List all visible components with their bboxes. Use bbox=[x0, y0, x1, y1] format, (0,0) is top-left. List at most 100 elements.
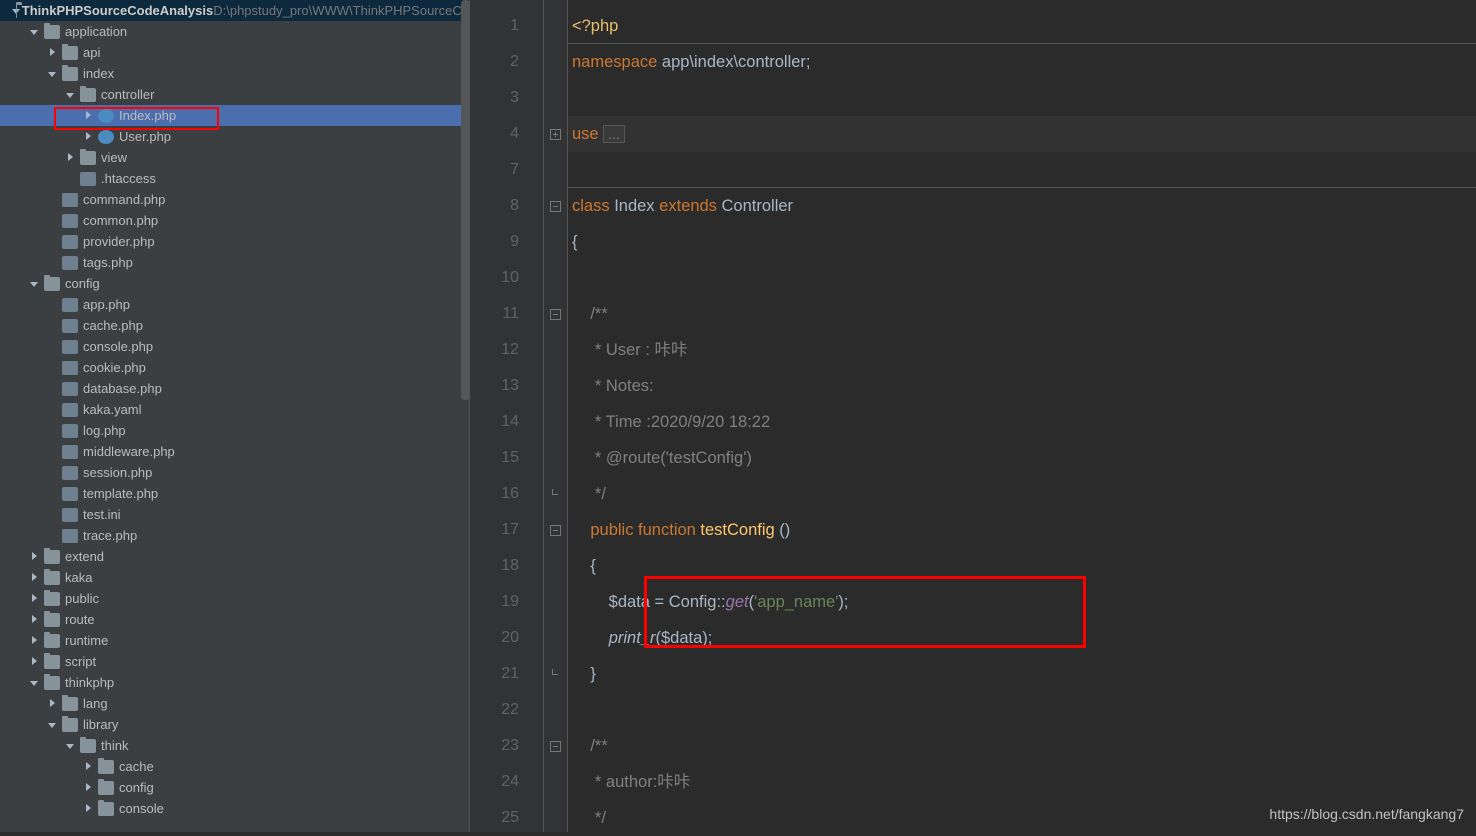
chevron-icon bbox=[48, 48, 58, 58]
tree-label: console bbox=[119, 801, 164, 816]
tree-item[interactable]: command.php bbox=[0, 189, 469, 210]
chevron-icon bbox=[66, 153, 76, 163]
line-number: 22 bbox=[470, 692, 543, 728]
tree-item[interactable]: extend bbox=[0, 546, 469, 567]
tree-item[interactable]: script bbox=[0, 651, 469, 672]
tree-item[interactable]: api bbox=[0, 42, 469, 63]
code-line: } bbox=[568, 656, 1476, 692]
tree-item[interactable]: library bbox=[0, 714, 469, 735]
fold-close-icon[interactable] bbox=[550, 489, 561, 500]
php-file-icon bbox=[62, 487, 78, 501]
tree-item[interactable]: tags.php bbox=[0, 252, 469, 273]
chevron-icon bbox=[30, 573, 40, 583]
code-area[interactable]: <?php namespace app\index\controller; us… bbox=[568, 0, 1476, 832]
tree-item[interactable]: common.php bbox=[0, 210, 469, 231]
tree-label: cookie.php bbox=[83, 360, 146, 375]
tree-item[interactable]: lang bbox=[0, 693, 469, 714]
folder-icon bbox=[62, 67, 78, 81]
tree-label: tags.php bbox=[83, 255, 133, 270]
tree-item[interactable]: database.php bbox=[0, 378, 469, 399]
line-number: 23 bbox=[470, 728, 543, 764]
tree-item[interactable]: thinkphp bbox=[0, 672, 469, 693]
tree-item[interactable]: route bbox=[0, 609, 469, 630]
folder-icon bbox=[44, 277, 60, 291]
chevron-icon bbox=[48, 720, 58, 730]
tree-item[interactable]: .htaccess bbox=[0, 168, 469, 189]
project-tree[interactable]: ThinkPHPSourceCodeAnalysis D:\phpstudy_p… bbox=[0, 0, 470, 832]
code-line: { bbox=[568, 224, 1476, 260]
tree-item[interactable]: application bbox=[0, 21, 469, 42]
line-number: 16 bbox=[470, 476, 543, 512]
tree-label: cache bbox=[119, 759, 154, 774]
tree-item[interactable]: runtime bbox=[0, 630, 469, 651]
chevron-icon bbox=[30, 678, 40, 688]
tree-label: app.php bbox=[83, 297, 130, 312]
tree-label: middleware.php bbox=[83, 444, 175, 459]
fold-icon[interactable] bbox=[550, 309, 561, 320]
chevron-icon bbox=[30, 657, 40, 667]
tree-item[interactable]: kaka bbox=[0, 567, 469, 588]
tree-label: common.php bbox=[83, 213, 158, 228]
fold-icon[interactable] bbox=[550, 201, 561, 212]
tree-path: D:\phpstudy_pro\WWW\ThinkPHPSourceCo bbox=[213, 3, 469, 18]
line-number: 3 bbox=[470, 80, 543, 116]
tree-item[interactable]: console.php bbox=[0, 336, 469, 357]
tree-label: provider.php bbox=[83, 234, 155, 249]
php-file-icon bbox=[62, 319, 78, 333]
tree-item[interactable]: middleware.php bbox=[0, 441, 469, 462]
tree-item[interactable]: config bbox=[0, 273, 469, 294]
code-line: * Time :2020/9/20 18:22 bbox=[568, 404, 1476, 440]
folder-icon bbox=[44, 592, 60, 606]
code-editor[interactable]: 123478910111213141516171819202122232425 … bbox=[470, 0, 1476, 832]
code-line: /** bbox=[568, 296, 1476, 332]
line-number: 1 bbox=[470, 8, 543, 44]
tree-label: console.php bbox=[83, 339, 153, 354]
tree-item[interactable]: Index.php bbox=[0, 105, 469, 126]
tree-item[interactable]: cache.php bbox=[0, 315, 469, 336]
folder-icon bbox=[80, 151, 96, 165]
chevron-icon bbox=[48, 69, 58, 79]
tree-label: view bbox=[101, 150, 127, 165]
tree-item[interactable]: index bbox=[0, 63, 469, 84]
php-file-icon bbox=[62, 361, 78, 375]
tree-item[interactable]: cache bbox=[0, 756, 469, 777]
tree-item[interactable]: trace.php bbox=[0, 525, 469, 546]
tree-item[interactable]: provider.php bbox=[0, 231, 469, 252]
file-icon bbox=[62, 508, 78, 522]
chevron-icon bbox=[84, 762, 94, 772]
php-file-icon bbox=[62, 445, 78, 459]
tree-item[interactable]: config bbox=[0, 777, 469, 798]
fold-icon[interactable] bbox=[550, 129, 561, 140]
tree-label: database.php bbox=[83, 381, 162, 396]
line-number: 24 bbox=[470, 764, 543, 800]
tree-item[interactable]: public bbox=[0, 588, 469, 609]
tree-item[interactable]: template.php bbox=[0, 483, 469, 504]
chevron-icon bbox=[84, 132, 94, 142]
chevron-icon bbox=[48, 699, 58, 709]
code-line: namespace app\index\controller; bbox=[568, 44, 1476, 80]
tree-item[interactable]: test.ini bbox=[0, 504, 469, 525]
fold-column[interactable] bbox=[544, 0, 568, 832]
tree-item[interactable]: view bbox=[0, 147, 469, 168]
tree-label: public bbox=[65, 591, 99, 606]
line-number: 4 bbox=[470, 116, 543, 152]
tree-item[interactable]: log.php bbox=[0, 420, 469, 441]
fold-icon[interactable] bbox=[550, 741, 561, 752]
tree-item[interactable]: console bbox=[0, 798, 469, 819]
fold-icon[interactable] bbox=[550, 525, 561, 536]
tree-item[interactable]: app.php bbox=[0, 294, 469, 315]
tree-item[interactable]: kaka.yaml bbox=[0, 399, 469, 420]
tree-item[interactable]: session.php bbox=[0, 462, 469, 483]
tree-item[interactable]: User.php bbox=[0, 126, 469, 147]
folder-icon bbox=[62, 46, 78, 60]
tree-item[interactable]: cookie.php bbox=[0, 357, 469, 378]
tree-item[interactable]: ThinkPHPSourceCodeAnalysis D:\phpstudy_p… bbox=[0, 0, 469, 21]
tree-item[interactable]: think bbox=[0, 735, 469, 756]
code-line: print_r($data); bbox=[568, 620, 1476, 656]
fold-close-icon[interactable] bbox=[550, 669, 561, 680]
sidebar-scrollbar[interactable] bbox=[461, 0, 470, 400]
folder-icon bbox=[98, 781, 114, 795]
tree-item[interactable]: controller bbox=[0, 84, 469, 105]
chevron-icon bbox=[84, 783, 94, 793]
tree-label: ThinkPHPSourceCodeAnalysis bbox=[22, 3, 213, 18]
